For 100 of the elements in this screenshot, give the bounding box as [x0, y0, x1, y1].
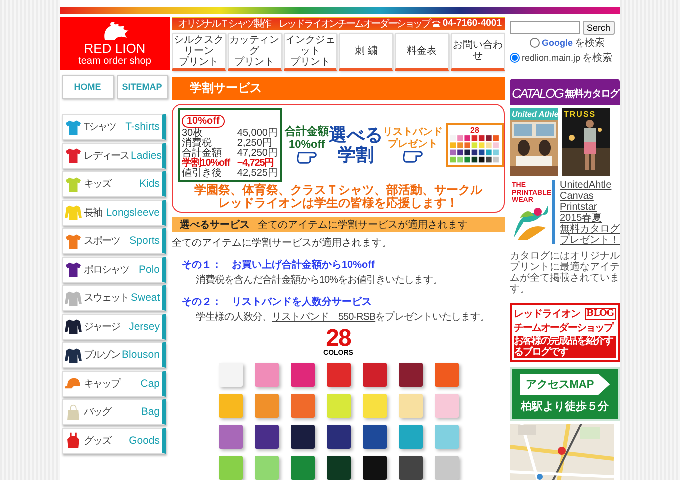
- radio-button[interactable]: [510, 53, 520, 63]
- category-label: グッズ: [84, 434, 111, 448]
- catalog-link[interactable]: UnitedAhtle Canvas Printstar 2015春夏 無料カタログ プレゼント！: [560, 180, 620, 246]
- category-item[interactable]: レディース Ladies: [62, 142, 166, 168]
- slogan-text: 学園祭、体育祭、クラスＴシャツ、部活動、サークル: [194, 184, 482, 197]
- category-label: バッグ: [84, 406, 111, 419]
- price-label: 消費税: [182, 139, 212, 149]
- category-item[interactable]: ブルゾン Blouson: [62, 342, 166, 368]
- price-label: 30枚: [182, 129, 204, 139]
- cover-title: TRUSS: [564, 110, 596, 119]
- section-title: 選べるサービス: [180, 218, 250, 232]
- headline: 選べる: [329, 125, 383, 145]
- category-label: キャップ: [84, 378, 120, 390]
- search-button[interactable]: Serch: [583, 21, 615, 35]
- pointing-hand-icon: [297, 152, 317, 164]
- price-label: 学割10%off: [182, 159, 230, 169]
- cover-title: United Athle: [512, 110, 559, 119]
- headline: 学割: [338, 145, 374, 165]
- access-caption: 柏駅より徒歩５分: [521, 400, 609, 414]
- tagline: オリジナルＴシャツ製作 レッドライオンチームオーダーショップ: [178, 18, 430, 30]
- section-text: 全てのアイテムに学割サービスが適用されます: [258, 218, 468, 232]
- category-label-en: Longsleeve: [106, 206, 160, 218]
- category-label: スポーツ: [84, 235, 120, 248]
- category-item[interactable]: Tシャツ T-shirts: [62, 114, 166, 140]
- category-label-en: Bag: [141, 406, 160, 418]
- phone-number: 04-7160-4001: [442, 18, 502, 29]
- gift-text: プレゼント: [388, 139, 438, 151]
- price-amount: 2,250円: [237, 139, 272, 149]
- blog-tag: BLOG: [584, 308, 616, 320]
- category-label: 長袖: [84, 206, 102, 220]
- catalog-title: CATALOG: [512, 86, 564, 101]
- category-item[interactable]: スポーツ Sports: [62, 228, 166, 254]
- search-engine-logo: Google: [542, 38, 573, 48]
- nav-button[interactable]: インクジェット プリント: [284, 33, 338, 71]
- category-label: スウェット: [84, 292, 129, 305]
- category-label: Tシャツ: [84, 121, 116, 134]
- item-description: 学生様の人数分、リストバンド 550-RSBをプレゼントいたします。: [196, 312, 491, 324]
- category-item[interactable]: バッグ Bag: [62, 399, 166, 425]
- page-title: 学割サービス: [172, 77, 505, 100]
- category-item[interactable]: 長袖 Longsleeve: [62, 200, 166, 226]
- price-amount: 45,000円: [237, 129, 278, 139]
- item-description: 消費税を含んだ合計金額から10%をお値引きいたします。: [196, 275, 444, 287]
- category-item[interactable]: グッズ Goods: [62, 428, 166, 454]
- category-label: ポロシャツ: [84, 264, 129, 276]
- search-field[interactable]: [510, 21, 580, 34]
- phone-icon: [432, 20, 441, 27]
- nav-button[interactable]: お問い合わせ: [451, 33, 505, 71]
- category-label-en: Cap: [140, 378, 160, 390]
- total-label: 合計金額: [285, 126, 329, 139]
- category-label-en: Sweat: [131, 292, 160, 304]
- total-discount: 10%off: [288, 139, 326, 152]
- item-number: その２：: [182, 296, 222, 309]
- nav-button[interactable]: カッティング プリント: [228, 33, 282, 71]
- swatch-grid-drawing: [450, 135, 500, 164]
- site-name: redlion.main.jp: [522, 53, 581, 63]
- category-label: キッズ: [84, 178, 111, 191]
- category-label-en: Polo: [138, 264, 160, 276]
- pointing-hand-icon: [403, 151, 423, 163]
- nav-button[interactable]: 料金表: [395, 33, 450, 71]
- category-item[interactable]: スウェット Sweat: [62, 285, 166, 311]
- catalog-note: カタログにはオリジナルプリントに最適なアイテムが全て掲載されています。: [510, 251, 620, 295]
- category-item[interactable]: キッズ Kids: [62, 171, 166, 197]
- price-amount: 42,525円: [237, 169, 278, 179]
- slogan-text: レッドライオンは学生の皆様を応援します！: [218, 197, 458, 210]
- item-heading: リストバンドを人数分サービス: [232, 296, 372, 309]
- blog-caption: お客様の完成品を紹介するブログです: [514, 336, 616, 358]
- nav-button[interactable]: 刺 繍: [339, 33, 394, 71]
- search-label: を検索: [575, 36, 605, 50]
- product-link[interactable]: リストバンド 550-RSB: [272, 312, 376, 323]
- category-label: ジャージ: [84, 320, 120, 334]
- category-label: レディース: [84, 150, 129, 162]
- category-label-en: T-shirts: [126, 121, 160, 133]
- category-item[interactable]: ポロシャツ Polo: [62, 256, 166, 282]
- catalog-subtitle: 無料カタログ: [565, 88, 620, 101]
- category-label-en: Blouson: [122, 349, 160, 361]
- nav-button[interactable]: シルクスクリーン プリント: [172, 33, 226, 71]
- radio-button[interactable]: [530, 38, 540, 48]
- category-label-en: Jersey: [129, 320, 160, 332]
- logo-title: RED LION: [84, 42, 146, 56]
- search-label: を検索: [582, 52, 613, 65]
- category-label: ブルゾン: [84, 348, 120, 362]
- price-amount: 47,250円: [237, 149, 278, 159]
- blog-subtitle: チームオーダーショップ: [514, 321, 615, 335]
- price-label: 値引き後: [182, 169, 223, 179]
- item-heading: お買い上げ合計金額から10%off: [232, 258, 375, 272]
- discount-badge: 10%off: [182, 115, 225, 128]
- item-number: その１：: [182, 259, 222, 272]
- blog-title: レッドライオン: [514, 308, 580, 321]
- price-amount: −4,725円: [237, 159, 274, 169]
- category-item[interactable]: ジャージ Jersey: [62, 314, 166, 340]
- category-label-en: Sports: [130, 235, 160, 247]
- access-title: アクセスMAP: [520, 374, 610, 395]
- category-label-en: Goods: [129, 434, 160, 446]
- intro-text: 全てのアイテムに学割サービスが適用されます。: [172, 236, 393, 250]
- gift-text: リストバンド: [383, 127, 443, 138]
- color-count: 28: [326, 328, 351, 350]
- color-count: 28: [470, 126, 480, 135]
- category-label-en: Ladies: [131, 150, 162, 162]
- logo-subtitle: team order shop: [78, 56, 152, 67]
- category-item[interactable]: キャップ Cap: [62, 370, 166, 396]
